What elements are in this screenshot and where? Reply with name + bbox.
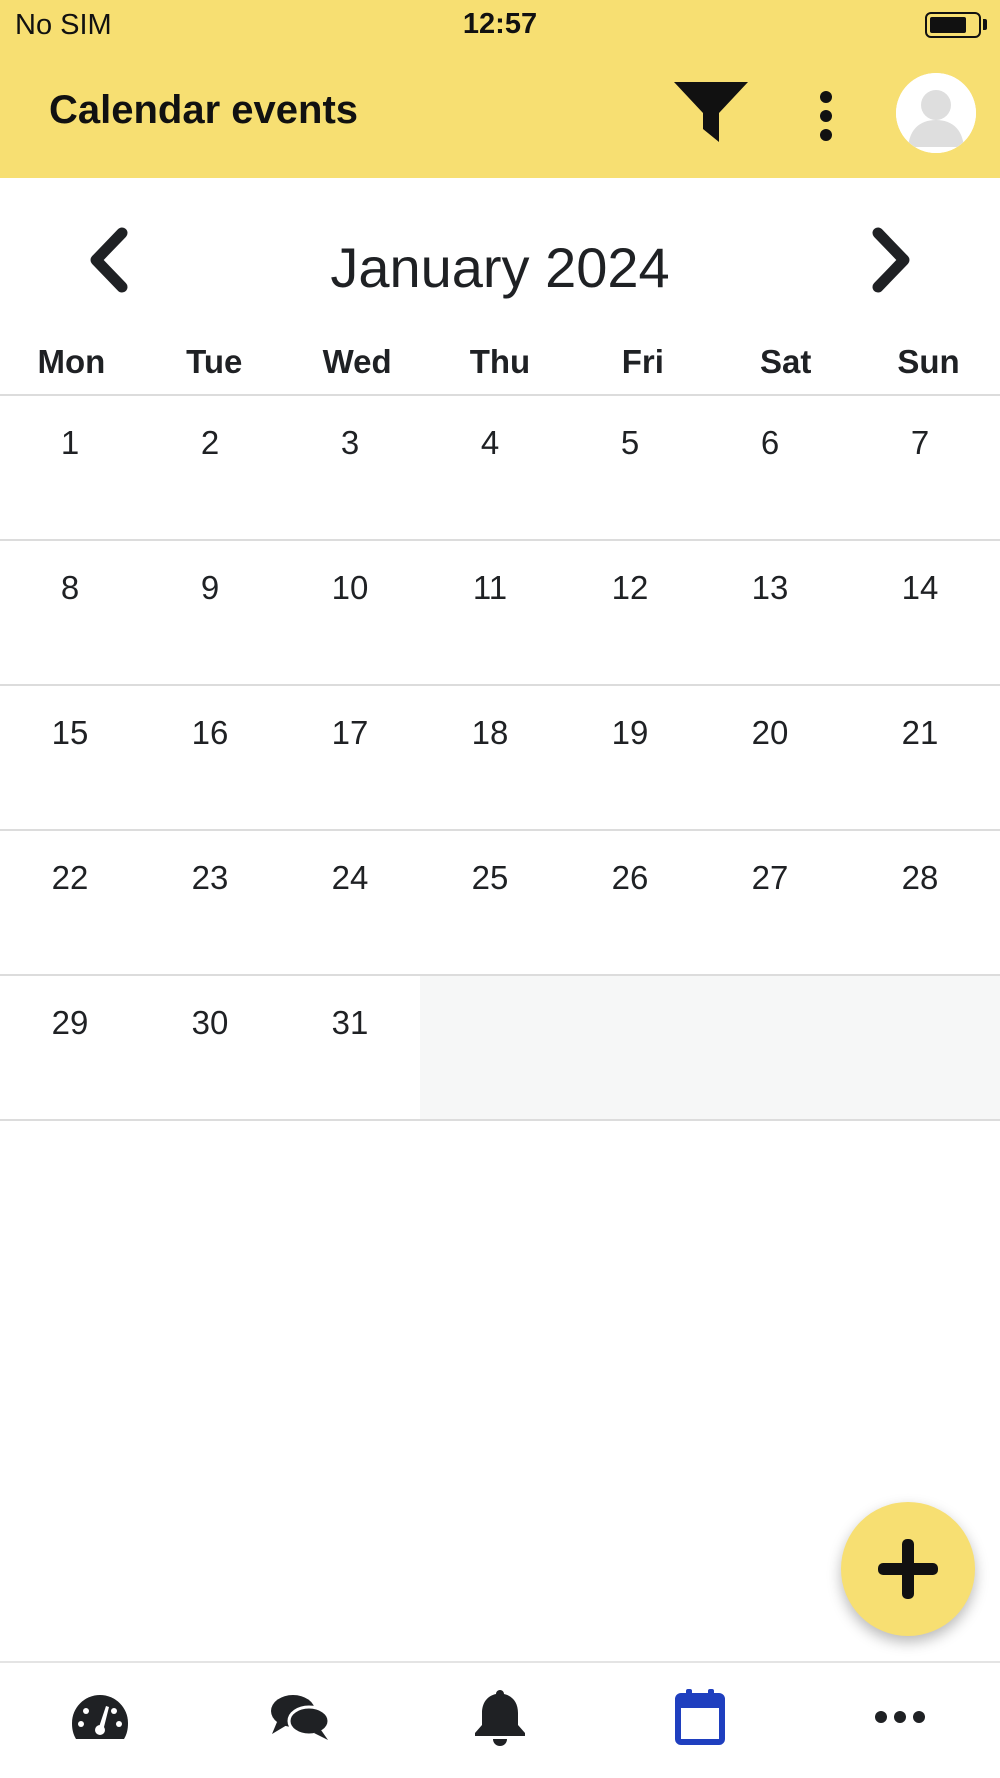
day-cell[interactable]: 6 [700,396,840,539]
weekday-label: Fri [621,343,664,380]
weekday-label: Wed [322,343,392,380]
bottom-tab-bar [0,1661,1000,1778]
day-cell[interactable]: 20 [700,686,840,829]
day-cell[interactable]: 4 [420,396,560,539]
add-event-button[interactable] [841,1502,975,1636]
more-horizontal-icon [875,1710,925,1723]
day-cell[interactable]: 28 [840,831,1000,974]
day-cell[interactable]: 5 [560,396,700,539]
day-cell[interactable]: 17 [280,686,420,829]
chevron-right-icon [872,227,910,293]
more-vertical-icon [820,91,832,141]
avatar[interactable] [896,73,976,153]
weekday-header: Mon Tue Wed Thu Fri Sat Sun [0,336,1000,396]
day-cell[interactable]: 21 [840,686,1000,829]
week-row: 1 2 3 4 5 6 7 [0,396,1000,541]
battery-level [930,17,966,33]
app-header: No SIM 12:57 Calendar events [0,0,1000,178]
battery-icon [925,12,981,38]
day-cell[interactable]: 30 [140,976,280,1119]
day-cell[interactable]: 25 [420,831,560,974]
status-time: 12:57 [462,8,538,40]
calendar-grid: 1 2 3 4 5 6 7 8 9 10 11 12 13 14 15 16 1… [0,396,1000,1121]
month-navigation: January 2024 [0,210,1000,310]
day-cell[interactable]: 8 [0,541,140,684]
day-cell[interactable]: 10 [280,541,420,684]
weekday-label: Sun [897,343,960,380]
day-cell[interactable]: 27 [700,831,840,974]
day-cell[interactable]: 19 [560,686,700,829]
week-row: 22 23 24 25 26 27 28 [0,831,1000,976]
dashboard-gauge-icon [72,1694,128,1739]
day-cell[interactable]: 24 [280,831,420,974]
tab-notifications[interactable] [400,1663,600,1778]
day-cell[interactable]: 12 [560,541,700,684]
weekday-label: Mon [37,343,106,380]
tab-messages[interactable] [200,1663,400,1778]
day-cell[interactable]: 11 [420,541,560,684]
day-cell[interactable]: 16 [140,686,280,829]
empty-day-cell [700,976,840,1119]
weekday-label: Tue [186,343,243,380]
day-cell[interactable]: 15 [0,686,140,829]
day-cell[interactable]: 13 [700,541,840,684]
plus-icon [878,1539,938,1599]
day-cell[interactable]: 22 [0,831,140,974]
chat-bubbles-icon [271,1694,331,1740]
weekday-label: Thu [469,343,531,380]
day-cell[interactable]: 18 [420,686,560,829]
day-cell[interactable]: 14 [840,541,1000,684]
day-cell[interactable]: 7 [840,396,1000,539]
day-cell[interactable]: 29 [0,976,140,1119]
day-cell[interactable]: 9 [140,541,280,684]
filter-button[interactable] [672,76,750,148]
day-cell[interactable]: 1 [0,396,140,539]
user-avatar-icon [896,73,976,153]
day-cell[interactable]: 31 [280,976,420,1119]
day-cell[interactable]: 3 [280,396,420,539]
week-row: 29 30 31 [0,976,1000,1121]
calendar-icon [675,1688,725,1745]
status-bar: No SIM 12:57 [0,0,1000,50]
tab-dashboard[interactable] [0,1663,200,1778]
tab-calendar[interactable] [600,1663,800,1778]
filter-icon [674,82,748,142]
more-options-button[interactable] [800,80,852,152]
empty-day-cell [840,976,1000,1119]
tab-more[interactable] [800,1663,1000,1778]
day-cell[interactable]: 26 [560,831,700,974]
week-row: 15 16 17 18 19 20 21 [0,686,1000,831]
day-cell[interactable]: 23 [140,831,280,974]
month-title: January 2024 [330,236,670,299]
empty-day-cell [560,976,700,1119]
empty-day-cell [420,976,560,1119]
day-cell[interactable]: 2 [140,396,280,539]
weekday-label: Sat [759,343,812,380]
bell-icon [475,1689,525,1746]
battery-tip [983,19,987,30]
week-row: 8 9 10 11 12 13 14 [0,541,1000,686]
page-title: Calendar events [49,88,359,132]
next-month-button[interactable] [862,225,922,295]
